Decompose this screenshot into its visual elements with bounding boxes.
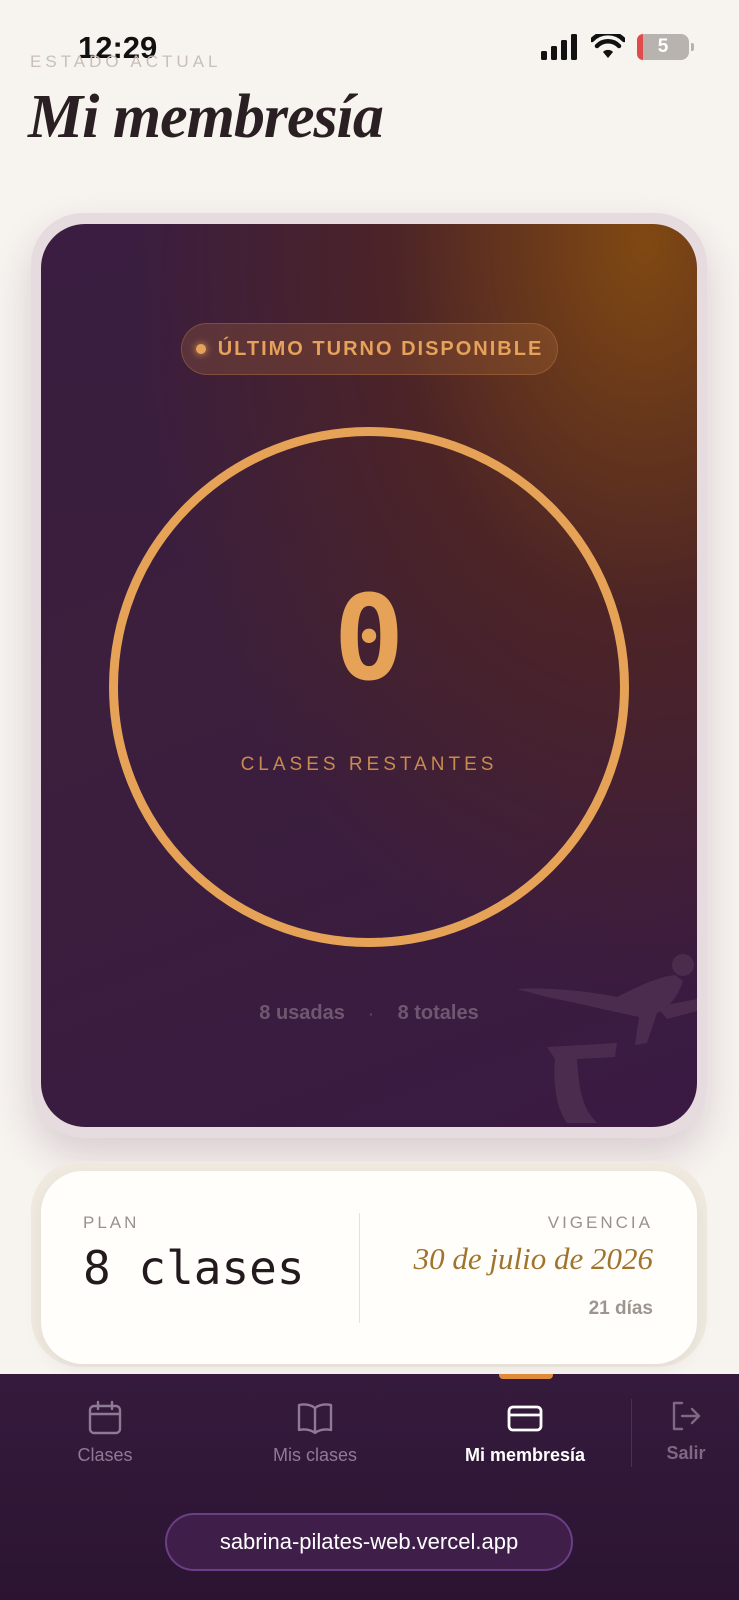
logout-button[interactable]: Salir [646, 1399, 726, 1464]
nav-label-mi-membresia: Mi membresía [464, 1445, 586, 1465]
plan-divider [359, 1213, 360, 1323]
nav-item-mis-clases[interactable]: Mis clases [235, 1399, 395, 1466]
active-tab-indicator [499, 1374, 553, 1379]
nav-label-mis-clases: Mis clases [272, 1445, 357, 1465]
battery-icon: 5 [637, 34, 694, 60]
validity-days: 21 días [588, 1298, 653, 1319]
wifi-icon [591, 34, 625, 58]
nav-item-mi-membresia[interactable]: Mi membresía [445, 1399, 605, 1466]
nav-divider [631, 1399, 632, 1467]
bottom-nav: Clases Mis clases Mi membresía Salir sab… [0, 1374, 739, 1600]
membership-card: ÚLTIMO TURNO DISPONIBLE 0 CLASES RESTANT… [41, 224, 697, 1127]
plan-card: PLAN 8 clases VIGENCIA 30 de julio de 20… [41, 1171, 697, 1364]
remaining-label: CLASES RESTANTES [240, 754, 498, 775]
section-eyebrow: ESTADO ACTUAL [30, 52, 222, 71]
pilates-silhouette-icon [517, 954, 697, 1123]
remaining-count: 0 [333, 569, 405, 707]
logout-label: Salir [666, 1443, 706, 1463]
browser-url-bar[interactable]: sabrina-pilates-web.vercel.app [165, 1513, 573, 1571]
validity-label: VIGENCIA [547, 1213, 653, 1232]
logout-icon [672, 1401, 701, 1431]
signal-icon [541, 34, 577, 60]
status-icons: 5 [541, 34, 694, 60]
usage-separator: · [368, 1005, 374, 1022]
page-title: Mi membresía [28, 83, 384, 151]
status-badge: ÚLTIMO TURNO DISPONIBLE [181, 323, 558, 375]
calendar-icon [88, 1400, 122, 1435]
validity-date: 30 de julio de 2026 [413, 1241, 653, 1276]
used-count: 8 usadas [259, 1002, 345, 1024]
badge-label: ÚLTIMO TURNO DISPONIBLE [217, 337, 544, 360]
plan-value: 8 clases [83, 1241, 305, 1295]
nav-label-clases: Clases [77, 1445, 133, 1465]
url-text: sabrina-pilates-web.vercel.app [219, 1529, 519, 1554]
nav-item-clases[interactable]: Clases [25, 1399, 185, 1466]
plan-label: PLAN [83, 1213, 140, 1232]
total-count: 8 totales [397, 1002, 479, 1024]
badge-dot-icon [195, 344, 206, 354]
card-icon [507, 1405, 543, 1432]
book-icon [297, 1403, 333, 1435]
battery-level: 5 [657, 36, 669, 57]
